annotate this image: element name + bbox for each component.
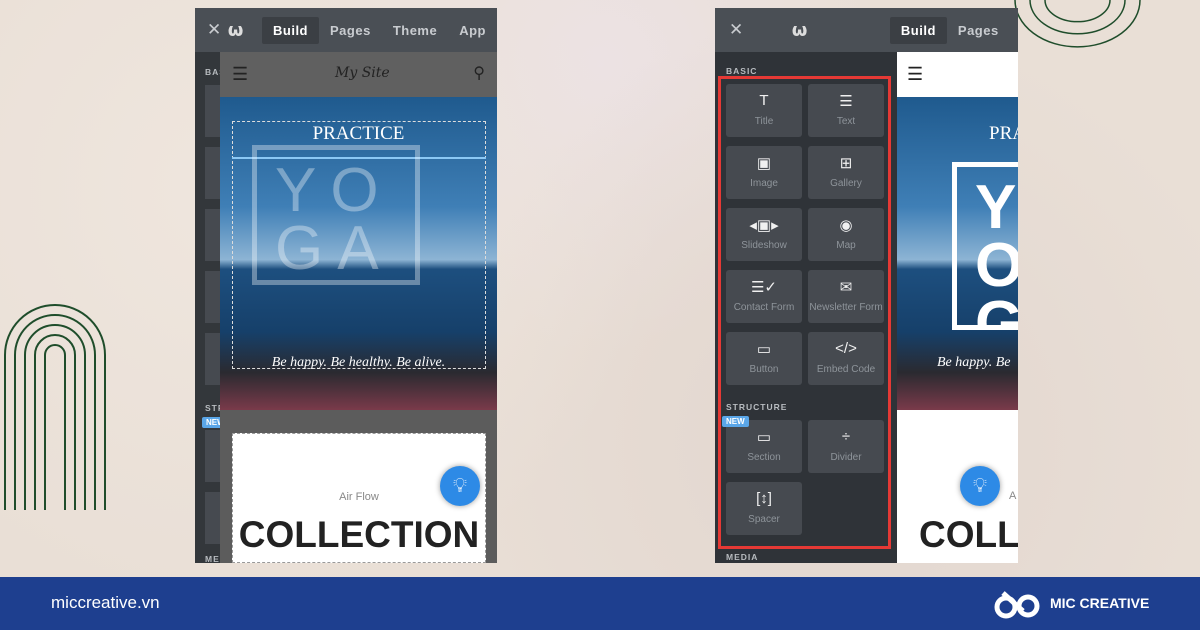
code-icon: </> [835, 340, 857, 357]
text-icon: ☰ [839, 93, 853, 110]
title-icon: T [759, 92, 769, 109]
tab-build[interactable]: Build [262, 16, 319, 44]
footer-brand: MIC CREATIVE [1050, 595, 1150, 611]
tab-theme[interactable]: Theme [382, 17, 448, 44]
spacer-icon: [↕] [756, 490, 772, 507]
tile-label: Text [836, 116, 856, 127]
site-header: ☰ My Site ⚲ [220, 52, 497, 97]
weebly-logo-icon: ω [227, 19, 244, 41]
hero-tagline: Be happy. Be [937, 355, 1011, 370]
hero-tagline: Be happy. Be healthy. Be alive. [271, 355, 446, 370]
mic-creative-logo-icon [994, 591, 1040, 619]
editor-topbar: ✕ ω Build Pages Theme App [195, 8, 497, 52]
lightbulb-help-button[interactable]: 💡︎ [960, 466, 1000, 506]
element-tile-spacer[interactable]: [↕] Spacer [726, 482, 802, 535]
tile-label: Gallery [830, 178, 862, 189]
yoga-overlay: YOG [952, 162, 1018, 330]
hero-section: PRA YOG Be happy. Be [897, 97, 1018, 410]
editor-topbar: ✕ ω Build Pages [715, 8, 1018, 52]
sidebar: BAS STR NEW MED [195, 52, 229, 563]
element-tile-map[interactable]: ◉ Map [808, 208, 884, 261]
element-tile-newsletter-form[interactable]: ✉ Newsletter Form [808, 270, 884, 323]
gallery-icon: ⊞ [839, 155, 853, 172]
new-badge: NEW [722, 416, 749, 427]
envelope-icon: ✉ [839, 279, 853, 296]
hero-heading: PRA [989, 123, 1018, 144]
element-tile-contact-form[interactable]: ☰✓ Contact Form [726, 270, 802, 323]
tab-apps[interactable]: App [448, 17, 497, 44]
tile-label: Slideshow [741, 240, 787, 251]
element-tile-slideshow[interactable]: ◂▣▸ Slideshow [726, 208, 802, 261]
close-icon[interactable]: ✕ [207, 20, 222, 40]
lightbulb-icon: 💡︎ [973, 475, 987, 497]
button-icon: ▭ [756, 341, 772, 358]
site-preview: ☰ My Site ⚲ PRACTICE YOGA Be happy. Be h… [220, 52, 497, 563]
map-pin-icon: ◉ [839, 217, 853, 234]
hamburger-menu-icon[interactable]: ☰ [232, 64, 248, 85]
tile-label: Section [747, 452, 781, 463]
lightbulb-icon: 💡︎ [453, 475, 467, 497]
element-tile-gallery[interactable]: ⊞ Gallery [808, 146, 884, 199]
tab-pages[interactable]: Pages [319, 17, 382, 44]
tile-label: Image [750, 178, 778, 189]
tile-label: Map [836, 240, 856, 251]
section-icon: ▭ [756, 429, 772, 446]
yoga-overlay: YOGA [252, 145, 420, 285]
right-editor-screenshot: ✕ ω Build Pages BASIC T Title ☰ Text ▣ Image ⊞… [715, 8, 1018, 563]
close-icon[interactable]: ✕ [729, 20, 744, 40]
search-icon[interactable]: ⚲ [473, 63, 485, 83]
element-tile-image[interactable]: ▣ Image [726, 146, 802, 199]
hero-heading: PRACTICE [312, 123, 405, 144]
element-tile-divider[interactable]: ÷ Divider [808, 420, 884, 473]
site-preview: ☰ PRA YOG Be happy. Be A COLL 💡︎ [897, 52, 1018, 563]
tile-label: Divider [830, 452, 862, 463]
tile-label: Contact Form [733, 302, 795, 313]
element-tile-title[interactable]: T Title [726, 84, 802, 137]
section-label-structure: STRUCTURE [726, 402, 788, 412]
site-title: My Site [335, 65, 390, 81]
tile-label: Title [754, 116, 774, 127]
element-tile-section[interactable]: ▭ Section [726, 420, 802, 473]
divider-icon: ÷ [841, 428, 851, 445]
slideshow-icon: ◂▣▸ [749, 217, 779, 234]
footer-bar: miccreative.vn MIC CREATIVE [0, 577, 1200, 630]
left-editor-screenshot: ✕ ω Build Pages Theme App BAS STR NEW ME… [195, 8, 497, 563]
element-tile-text[interactable]: ☰ Text [808, 84, 884, 137]
tile-label: Button [749, 364, 779, 375]
hero-section: PRACTICE YOGA Be happy. Be healthy. Be a… [220, 97, 497, 410]
decorative-arcs-top [1014, 0, 1141, 48]
weebly-logo-icon: ω [791, 19, 808, 41]
tile-label: Newsletter Form [809, 302, 883, 313]
tab-pages[interactable]: Pages [947, 17, 1010, 44]
image-icon: ▣ [756, 155, 772, 172]
element-tile-button[interactable]: ▭ Button [726, 332, 802, 385]
tile-label: Spacer [748, 514, 780, 525]
hamburger-menu-icon[interactable]: ☰ [907, 64, 923, 85]
card-title: COLLECTION [238, 514, 480, 555]
section-label-basic: BASIC [726, 66, 758, 76]
lightbulb-help-button[interactable]: 💡︎ [440, 466, 480, 506]
card-title: COLL [919, 514, 1018, 555]
card-subtitle: A [1009, 490, 1017, 502]
section-label-media: MEDIA [726, 552, 759, 562]
contact-form-icon: ☰✓ [750, 279, 777, 296]
decorative-arcs [4, 304, 106, 510]
element-tile-embed-code[interactable]: </> Embed Code [808, 332, 884, 385]
tab-build[interactable]: Build [889, 16, 947, 44]
tile-label: Embed Code [816, 364, 876, 375]
footer-website[interactable]: miccreative.vn [51, 593, 160, 613]
